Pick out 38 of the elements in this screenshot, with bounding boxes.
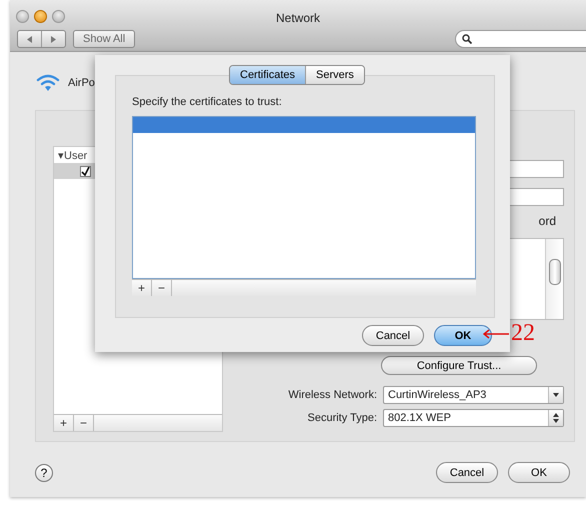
search-field[interactable]: [455, 30, 586, 48]
minimize-icon[interactable]: [34, 10, 47, 23]
forward-icon[interactable]: [51, 36, 56, 42]
field-label: Security Type:: [308, 412, 377, 424]
push-button[interactable]: OK: [508, 462, 570, 483]
back-icon[interactable]: [27, 36, 32, 42]
push-button[interactable]: Cancel: [362, 325, 424, 346]
arrow-icon: [483, 328, 509, 338]
back-forward-control[interactable]: [17, 30, 66, 48]
window-title: Network: [276, 11, 320, 25]
remove-button[interactable]: −: [152, 280, 172, 296]
field-label: Wireless Network:: [288, 389, 377, 401]
help-button[interactable]: ?: [35, 464, 53, 482]
add-button[interactable]: +: [132, 280, 152, 296]
scroll-bar[interactable]: [545, 239, 563, 319]
certificate-list[interactable]: [132, 116, 476, 279]
show-all-button[interactable]: Show All: [73, 30, 136, 48]
arrows-icon: [553, 413, 559, 423]
add-button[interactable]: +: [54, 415, 74, 431]
prompt-text: Specify the certificates to trust:: [132, 96, 283, 110]
group-label: ▾User: [58, 149, 88, 162]
wifi-icon: [36, 74, 60, 92]
checkbox[interactable]: [80, 166, 91, 176]
field-label: ord: [538, 214, 556, 228]
tab[interactable]: Servers: [305, 66, 364, 84]
zoom-icon[interactable]: [52, 10, 65, 23]
service-name: AirPo: [68, 77, 95, 89]
combo-box[interactable]: CurtinWireless_AP3: [383, 386, 564, 404]
popup-menu[interactable]: 802.1X WEP: [383, 409, 564, 427]
tab[interactable]: Certificates: [230, 66, 306, 84]
default-button[interactable]: OK: [434, 325, 492, 346]
search-icon: [462, 34, 472, 44]
arrows-icon: [553, 393, 559, 397]
close-icon[interactable]: [16, 10, 29, 23]
remove-button[interactable]: −: [74, 415, 94, 431]
configure-trust-button[interactable]: Configure Trust...: [381, 356, 537, 375]
annotation-number: 22: [511, 320, 535, 347]
push-button[interactable]: Cancel: [436, 462, 498, 483]
